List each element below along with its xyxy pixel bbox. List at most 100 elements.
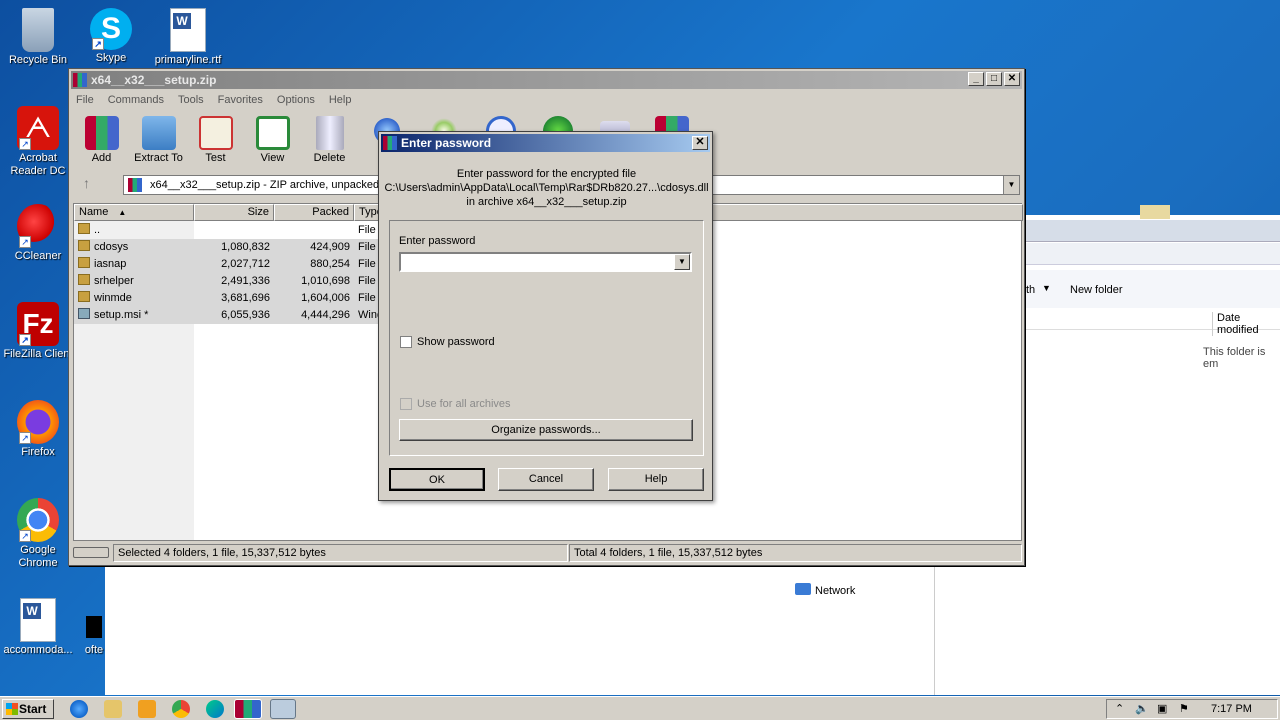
ie-icon[interactable] (70, 700, 88, 718)
show-password-checkbox[interactable] (400, 336, 412, 348)
shortcut-arrow-icon: ↗ (19, 236, 31, 248)
status-total: Total 4 folders, 1 file, 15,337,512 byte… (569, 544, 1022, 562)
view-button[interactable]: View (244, 113, 301, 169)
explorer-search-suffix: th (1026, 284, 1036, 296)
winrar-app-icon (73, 73, 87, 87)
use-for-all-archives-label: Use for all archives (417, 398, 511, 410)
sort-ascending-icon: ▲ (118, 208, 127, 217)
window-controls: _ □ ✕ (968, 72, 1020, 86)
desktop-icon-ccleaner[interactable]: ↗ CCleaner (0, 204, 76, 262)
column-date-modified[interactable]: Date modified (1212, 312, 1280, 336)
network-tray-icon[interactable]: ▣ (1157, 700, 1167, 718)
chevron-down-icon[interactable]: ▼ (674, 254, 690, 270)
archive-icon (128, 178, 142, 192)
organize-passwords-button[interactable]: Organize passwords... (399, 419, 693, 441)
show-password-label[interactable]: Show password (417, 336, 495, 348)
menu-commands[interactable]: Commands (108, 91, 164, 109)
dialog-archive-line: in archive x64__x32___setup.zip (466, 196, 627, 208)
menu-help[interactable]: Help (329, 91, 352, 109)
table-row[interactable]: setup.msi * 6,055,936 4,444,296 Wind (74, 307, 384, 324)
black-file-icon (86, 616, 102, 638)
dialog-title: Enter password (401, 136, 492, 150)
cancel-button[interactable]: Cancel (498, 468, 594, 491)
volume-icon[interactable]: 🔈 (1135, 700, 1149, 718)
taskbar: Start ⌃ 🔈 ▣ ⚑ 7:17 PM (0, 696, 1280, 720)
status-bar: Selected 4 folders, 1 file, 15,337,512 b… (73, 544, 1022, 562)
explorer-column-header: Date modified (1026, 308, 1280, 336)
acrobat-icon: ᗅ ↗ (17, 106, 59, 150)
edge-icon[interactable] (206, 700, 224, 718)
shortcut-arrow-icon: ↗ (19, 138, 31, 150)
table-row[interactable]: winmde 3,681,696 1,604,006 File (74, 290, 384, 307)
nav-item-network[interactable]: Network (815, 585, 855, 597)
desktop-icon-primaryline-rtf[interactable]: W primaryline.rtf (150, 8, 226, 66)
recycle-bin-icon (22, 8, 54, 52)
shortcut-arrow-icon: ↗ (19, 530, 31, 542)
help-button[interactable]: Help (608, 468, 704, 491)
desktop-icon-firefox[interactable]: ↗ Firefox (0, 400, 76, 458)
dialog-close-button[interactable]: ✕ (692, 136, 708, 150)
system-tray: ⌃ 🔈 ▣ ⚑ 7:17 PM (1106, 699, 1278, 719)
menu-tools[interactable]: Tools (178, 91, 204, 109)
window-taskbar-icon[interactable] (270, 699, 296, 719)
table-row[interactable]: cdosys 1,080,832 424,909 File (74, 239, 384, 256)
folder-icon (78, 291, 90, 302)
firefox-icon: ↗ (17, 400, 59, 444)
test-clipboard-icon (198, 116, 233, 150)
shortcut-arrow-icon: ↗ (19, 334, 31, 346)
network-icon (795, 583, 811, 595)
desktop-icon-chrome[interactable]: ↗ Google Chrome (0, 498, 76, 570)
folder-icon (1140, 205, 1170, 219)
folder-icon (78, 240, 90, 251)
dialog-file-path: C:\Users\admin\AppData\Local\Temp\Rar$DR… (384, 182, 709, 194)
extract-to-button[interactable]: Extract To (130, 113, 187, 169)
table-row[interactable]: iasnap 2,027,712 880,254 File (74, 256, 384, 273)
ok-button[interactable]: OK (389, 468, 485, 491)
test-button[interactable]: Test (187, 113, 244, 169)
explorer-icon[interactable] (104, 700, 122, 718)
winrar-title: x64__x32___setup.zip (91, 73, 217, 87)
table-row[interactable]: srhelper 2,491,336 1,010,698 File (74, 273, 384, 290)
column-size[interactable]: Size (194, 204, 274, 221)
action-center-flag-icon[interactable]: ⚑ (1179, 700, 1189, 718)
menu-bar: File Commands Tools Favorites Options He… (73, 91, 351, 109)
desktop-icon-accommoda[interactable]: W accommoda... (0, 598, 76, 656)
clock[interactable]: 7:17 PM (1211, 700, 1252, 718)
chrome-icon: ↗ (17, 498, 59, 542)
desktop-icon-recycle-bin[interactable]: Recycle Bin (0, 8, 76, 66)
shortcut-arrow-icon: ↗ (92, 38, 104, 50)
menu-options[interactable]: Options (277, 91, 315, 109)
password-field-label: Enter password (399, 235, 476, 247)
show-hidden-icons-icon[interactable]: ⌃ (1115, 700, 1124, 718)
up-arrow-icon[interactable]: ↑ (83, 175, 90, 191)
address-dropdown-button[interactable]: ▼ (1003, 176, 1019, 194)
column-name[interactable]: Name ▲ (74, 204, 194, 221)
dialog-title-bar[interactable]: Enter password ✕ (381, 134, 710, 152)
add-button[interactable]: Add (73, 113, 130, 169)
winrar-title-bar[interactable]: x64__x32___setup.zip (71, 71, 1022, 89)
desktop-icon-filezilla[interactable]: Fz ↗ FileZilla Client (0, 302, 76, 360)
delete-button[interactable]: Delete (301, 113, 358, 169)
winrar-taskbar-icon[interactable] (234, 699, 262, 719)
close-button[interactable]: ✕ (1004, 72, 1020, 86)
word-document-icon: W (20, 598, 56, 642)
chrome-taskbar-icon[interactable] (172, 700, 190, 718)
view-book-icon (255, 116, 290, 150)
minimize-button[interactable]: _ (968, 72, 984, 86)
use-for-all-archives-checkbox[interactable] (400, 398, 412, 410)
new-folder-button[interactable]: New folder (1070, 284, 1123, 296)
media-player-icon[interactable] (138, 700, 156, 718)
add-archive-icon (84, 116, 119, 150)
winrar-app-icon (383, 136, 397, 150)
desktop-icon-acrobat[interactable]: ᗅ ↗ Acrobat Reader DC (0, 106, 76, 178)
table-row[interactable]: .. File (74, 222, 384, 239)
password-input[interactable]: ▼ (399, 252, 692, 272)
ccleaner-icon: ↗ (17, 204, 59, 248)
desktop-icon-skype[interactable]: S ↗ Skype (73, 8, 149, 64)
start-button[interactable]: Start (2, 699, 54, 719)
menu-favorites[interactable]: Favorites (218, 91, 263, 109)
column-packed[interactable]: Packed (274, 204, 354, 221)
status-selected: Selected 4 folders, 1 file, 15,337,512 b… (113, 544, 568, 562)
menu-file[interactable]: File (76, 91, 94, 109)
maximize-button[interactable]: □ (986, 72, 1002, 86)
